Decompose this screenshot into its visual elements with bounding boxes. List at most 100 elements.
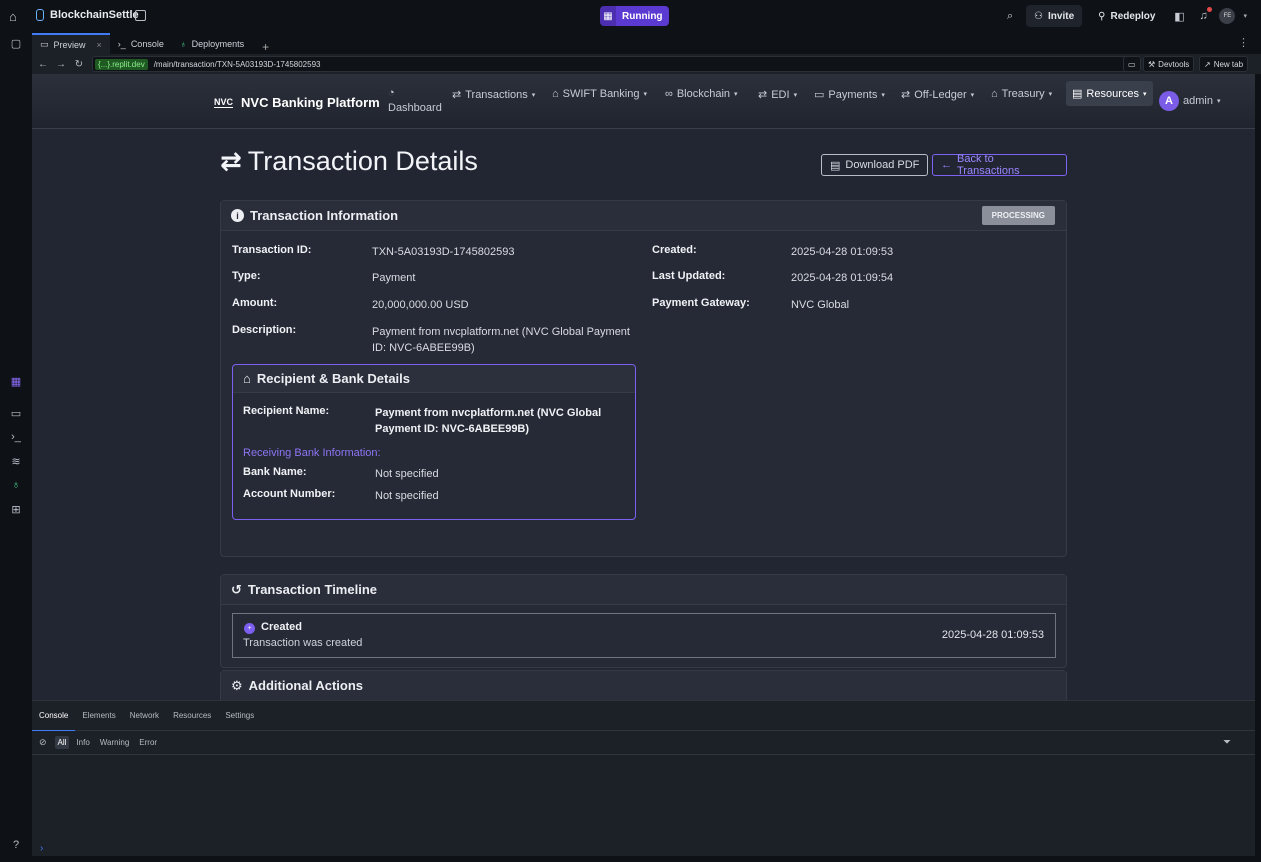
console-filter-bar: ⊘ All Info Warning Error ⏷: [32, 731, 1255, 755]
filter-icon[interactable]: ⏷: [1223, 737, 1231, 748]
shell-icon: ›_: [117, 38, 126, 49]
home-icon[interactable]: ⌂: [9, 9, 23, 24]
nav-payments[interactable]: ▭ Payments ▾: [814, 88, 885, 102]
nav-edi[interactable]: ⇄ EDI ▾: [758, 88, 798, 102]
devtools-tab-resources[interactable]: Resources: [166, 701, 218, 731]
wrench-icon: ⚒: [1148, 59, 1156, 69]
caret-down-icon: ▾: [643, 91, 647, 98]
tab-deployments[interactable]: ♁ Deployments: [172, 33, 252, 54]
nav-offledger[interactable]: ⇄ Off-Ledger ▾: [901, 88, 974, 102]
database-icon[interactable]: ≋: [9, 454, 23, 468]
toggle-panel-icon[interactable]: [135, 10, 146, 21]
brand-logo: NVC: [214, 96, 234, 108]
exchange-icon: ⇄: [758, 89, 768, 101]
nav-blockchain[interactable]: ∞ Blockchain ▾: [665, 88, 738, 100]
field-label: Account Number:: [243, 488, 336, 500]
deploy-icon[interactable]: ♁: [9, 478, 23, 492]
monitor-icon[interactable]: ▭: [9, 406, 23, 420]
files-icon[interactable]: ▢: [9, 36, 23, 50]
url-bar: ← → ↻ {...}.replit.dev /main/transaction…: [32, 54, 1261, 74]
brand-link[interactable]: NVC NVC Banking Platform: [214, 95, 380, 110]
level-info[interactable]: Info: [73, 736, 92, 749]
back-to-transactions-button[interactable]: ← Back to Transactions: [932, 153, 1067, 177]
multiplayer-icon[interactable]: ◧: [1171, 8, 1187, 24]
replit-logo-icon: ▦: [600, 6, 616, 26]
field-value: 2025-04-28 01:09:54: [791, 272, 894, 284]
clear-console-icon[interactable]: ⊘: [39, 737, 47, 748]
card-title: Additional Actions: [248, 678, 364, 693]
tab-console[interactable]: ›_ Console: [110, 33, 172, 54]
add-tab-icon[interactable]: +: [252, 40, 279, 54]
help-icon[interactable]: ?: [9, 838, 23, 852]
new-tab-label: New tab: [1213, 59, 1244, 69]
apps-grid-icon[interactable]: ▦: [9, 374, 23, 388]
tab-preview[interactable]: ▭ Preview ×: [32, 33, 110, 54]
nav-resources[interactable]: ▤ Resources ▾: [1066, 81, 1153, 106]
redeploy-button[interactable]: ⚲ Redeploy: [1090, 5, 1163, 27]
url-input[interactable]: {...}.replit.dev /main/transaction/TXN-5…: [92, 56, 1138, 72]
field-label: Bank Name:: [243, 466, 307, 478]
exchange-icon: ⇄: [220, 146, 242, 176]
shell-icon[interactable]: ›_: [9, 430, 23, 444]
field-value: Payment from nvcplatform.net (NVC Global…: [372, 324, 642, 356]
level-error[interactable]: Error: [136, 736, 160, 749]
devtools-tab-console[interactable]: Console: [32, 701, 76, 731]
field-value: Payment: [372, 272, 416, 284]
nav-treasury[interactable]: ⌂ Treasury ▾: [991, 88, 1052, 100]
grid-icon[interactable]: ⊞: [9, 502, 23, 516]
exchange-icon: ⇄: [452, 89, 462, 101]
nav-dashboard[interactable]: ◔ Dashboard: [388, 87, 442, 114]
back-label: Back to Transactions: [957, 153, 1020, 177]
nav-transactions[interactable]: ⇄ Transactions ▾: [452, 88, 535, 102]
nav-label: Off-Ledger: [914, 88, 967, 101]
invite-label: Invite: [1048, 10, 1075, 22]
devtools-button[interactable]: ⚒ Devtools: [1143, 56, 1195, 72]
project-title[interactable]: BlockchainSettle: [36, 9, 139, 21]
nav-label: SWIFT Banking: [562, 88, 640, 100]
bell-icon[interactable]: ♫: [1195, 7, 1213, 24]
pdf-icon: ▤: [830, 159, 841, 172]
caret-down-icon: ▾: [793, 91, 798, 99]
recipient-line: Payment ID: NVC-6ABEE99B): [375, 423, 530, 435]
close-icon[interactable]: ×: [97, 40, 102, 50]
device-icon[interactable]: ▭: [1123, 56, 1141, 72]
info-icon: i: [231, 209, 244, 222]
search-icon[interactable]: ⌕: [1002, 8, 1018, 24]
download-pdf-button[interactable]: ▤ Download PDF: [821, 154, 929, 176]
page-title: ⇄ Transaction Details: [220, 146, 478, 177]
brand-name: NVC Banking Platform: [241, 95, 380, 110]
avatar[interactable]: FE: [1219, 8, 1236, 24]
user-menu[interactable]: A admin ▾: [1159, 91, 1220, 111]
run-status-button[interactable]: ▦ Running: [600, 6, 669, 26]
nav-swift[interactable]: ⌂ SWIFT Banking ▾: [552, 88, 647, 100]
reload-icon[interactable]: ↻: [70, 59, 88, 70]
app-preview: NVC NVC Banking Platform ◔ Dashboard ⇄ Tr…: [32, 74, 1255, 700]
forward-arrow-icon[interactable]: →: [52, 59, 70, 70]
project-name: BlockchainSettle: [50, 9, 139, 21]
console-prompt-icon[interactable]: ›: [40, 843, 43, 854]
nav-label: Treasury: [1001, 88, 1045, 100]
back-arrow-icon[interactable]: ←: [34, 59, 52, 70]
field-value: Not specified: [375, 468, 439, 480]
more-icon[interactable]: ⋮: [1238, 36, 1249, 49]
person-add-icon: ⚇: [1034, 10, 1044, 22]
url-path: /main/transaction/TXN-5A03193D-174580259…: [153, 59, 321, 69]
field-value: 2025-04-28 01:09:53: [791, 246, 894, 258]
bank-icon: ⌂: [552, 88, 559, 100]
deploy-icon: ♁: [179, 38, 187, 49]
devtools-tab-network[interactable]: Network: [123, 701, 166, 731]
field-label: Last Updated:: [652, 270, 726, 282]
devtools-tab-settings[interactable]: Settings: [218, 701, 261, 731]
transaction-timeline-card: ↺ Transaction Timeline + Created Transac…: [220, 574, 1067, 668]
devtools-tab-elements[interactable]: Elements: [75, 701, 122, 731]
chevron-down-icon[interactable]: ▾: [1243, 12, 1247, 20]
timeline-time: 2025-04-28 01:09:53: [941, 629, 1044, 641]
notification-dot: [1207, 7, 1213, 12]
level-all[interactable]: All: [54, 736, 70, 749]
invite-button[interactable]: ⚇ Invite: [1026, 5, 1083, 27]
caret-down-icon: ▾: [1142, 90, 1147, 98]
timeline-desc: Transaction was created: [243, 637, 363, 649]
top-bar: ⌂ BlockchainSettle ▦ Running ⌕ ⚇ Invite ⚲…: [0, 0, 1261, 32]
level-warning[interactable]: Warning: [97, 736, 133, 749]
new-tab-button[interactable]: ↗ New tab: [1199, 56, 1249, 72]
